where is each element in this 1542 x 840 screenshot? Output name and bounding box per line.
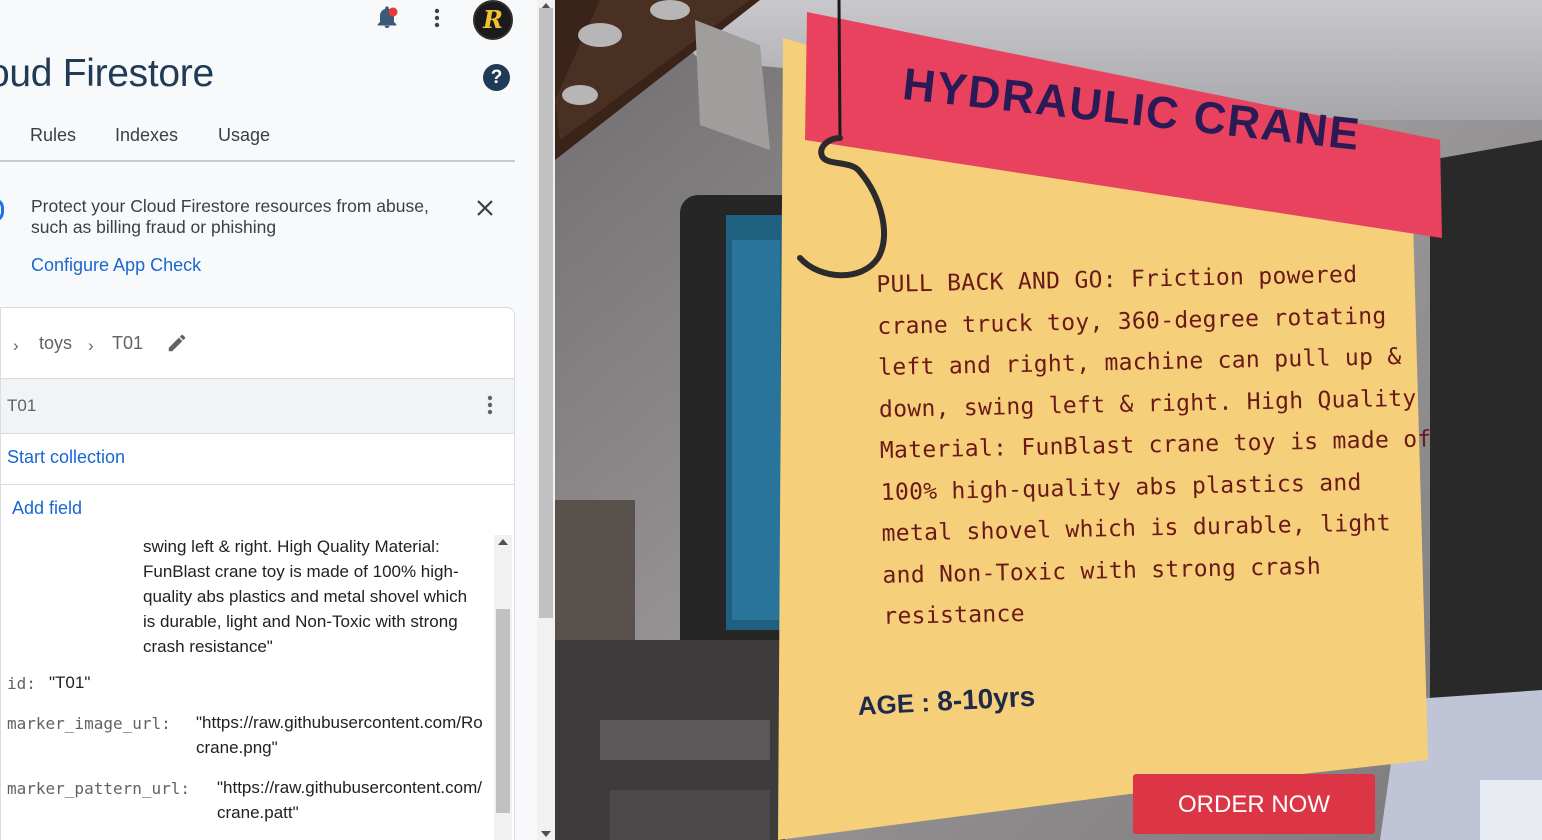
page-title: oud Firestore	[0, 52, 214, 95]
sign-age-label: AGE :	[857, 686, 938, 721]
tab-rules[interactable]: Rules	[30, 125, 76, 146]
page-scrollbar[interactable]	[537, 0, 555, 840]
field-value-marker-pattern-url: "https://raw.githubusercontent.com/	[217, 778, 482, 797]
breadcrumb-collection[interactable]: toys	[39, 333, 72, 354]
sign-description: PULL BACK AND GO: Friction powered crane…	[876, 261, 1432, 630]
field-value-marker-image-url: "https://raw.githubusercontent.com/Ro	[196, 713, 483, 732]
document-header: T01	[1, 378, 514, 434]
data-panel: › toys › T01 T01 Start collection Add fi…	[0, 307, 515, 840]
scrollbar-thumb[interactable]	[496, 609, 510, 813]
tab-bar: Rules Indexes Usage	[0, 116, 515, 162]
app-check-icon	[0, 198, 4, 222]
ar-camera-view: HYDRAULIC CRANE PULL BACK AND GO: Fricti…	[555, 0, 1542, 840]
start-collection-button[interactable]: Start collection	[7, 447, 125, 468]
firebase-console-pane: R oud Firestore ? Rules Indexes Usage Pr…	[0, 0, 537, 840]
field-key-marker-pattern-url: marker_pattern_url:	[7, 779, 191, 798]
top-bar: R	[0, 0, 537, 40]
breadcrumb: › toys › T01	[1, 308, 514, 378]
scroll-down-arrow[interactable]	[541, 831, 551, 837]
scroll-up-arrow[interactable]	[498, 539, 508, 545]
field-key-marker-image-url: marker_image_url:	[7, 714, 171, 733]
banner-message: Protect your Cloud Firestore resources f…	[31, 196, 429, 237]
divider	[1, 484, 514, 485]
field-value-id: "T01"	[49, 673, 91, 692]
breadcrumb-document[interactable]: T01	[112, 333, 143, 354]
more-vert-icon[interactable]	[428, 6, 446, 30]
tab-indexes[interactable]: Indexes	[115, 125, 178, 146]
bell-icon[interactable]	[374, 5, 400, 31]
field-key-id: id:	[7, 674, 36, 693]
configure-app-check-link[interactable]: Configure App Check	[31, 255, 201, 276]
help-icon[interactable]: ?	[483, 64, 510, 91]
add-field-button[interactable]: Add field	[12, 498, 82, 519]
avatar[interactable]: R	[473, 0, 513, 40]
field-list-scrollbar[interactable]	[494, 535, 512, 840]
tab-usage[interactable]: Usage	[218, 125, 270, 146]
document-id: T01	[7, 396, 37, 415]
order-now-button[interactable]: ORDER NOW	[1133, 774, 1375, 834]
chevron-right-icon: ›	[88, 336, 94, 355]
chevron-right-icon: ›	[13, 336, 19, 355]
field-value-marker-image-url-cont: crane.png"	[196, 738, 278, 757]
field-list: swing left & right. High Quality Materia…	[1, 530, 494, 840]
pencil-icon[interactable]	[166, 332, 188, 354]
scrollbar-thumb[interactable]	[539, 8, 553, 618]
field-value-marker-pattern-url-cont: crane.patt"	[217, 803, 299, 822]
close-icon[interactable]	[473, 196, 497, 220]
more-vert-icon[interactable]	[481, 393, 499, 417]
description-value: swing left & right. High Quality Materia…	[143, 537, 468, 656]
sign-age-value: 8-10yrs	[936, 680, 1036, 717]
